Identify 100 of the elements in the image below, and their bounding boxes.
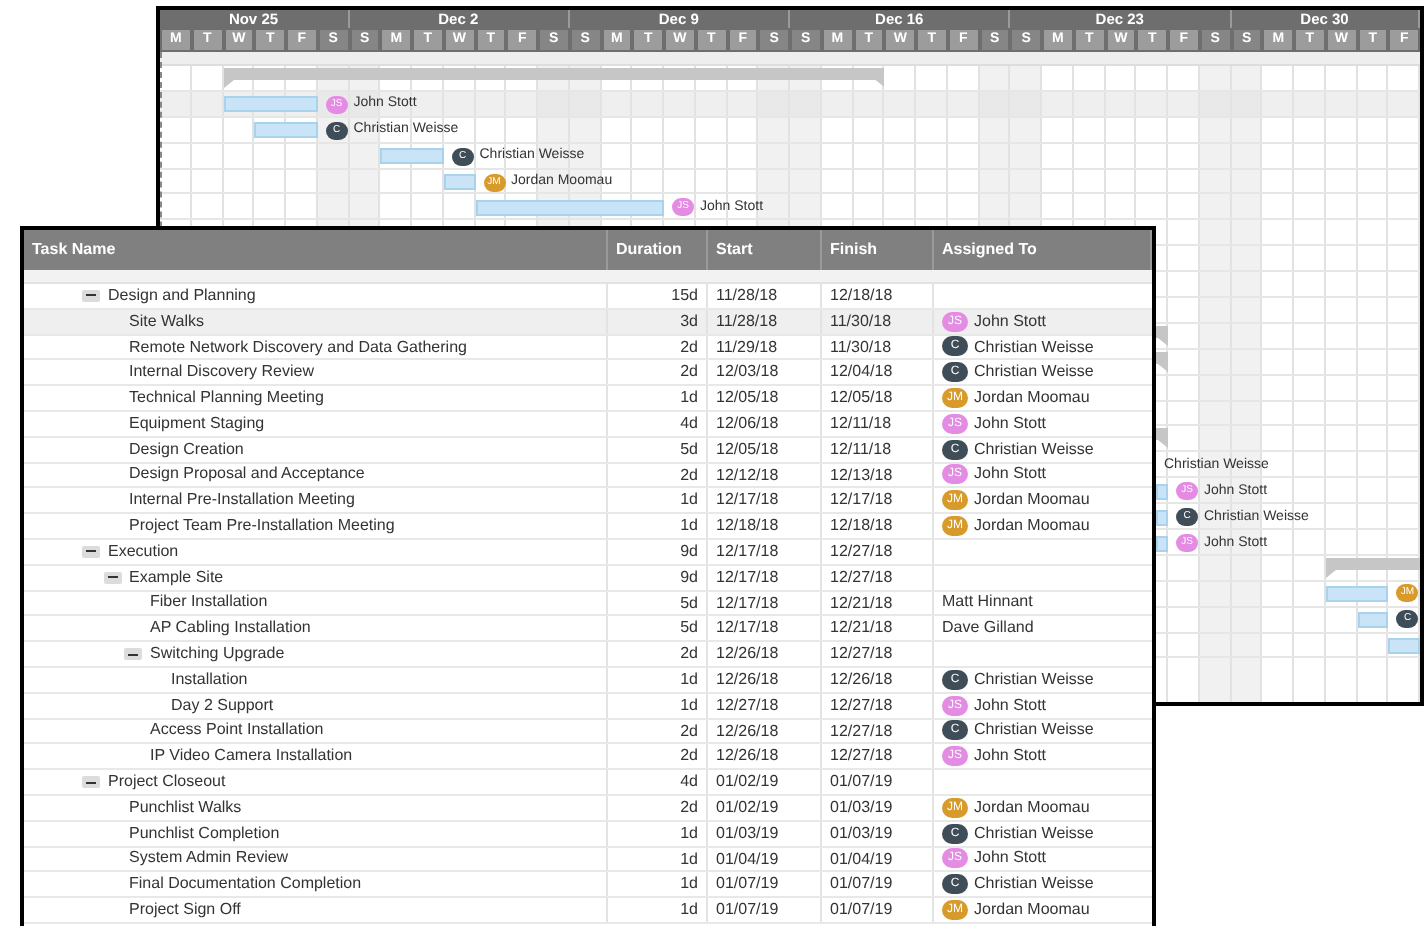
- task-name: Punchlist Completion: [129, 821, 280, 846]
- collapse-toggle[interactable]: [82, 545, 100, 558]
- finish-cell: 12/21/18: [830, 618, 893, 637]
- finish-cell: 12/21/18: [830, 593, 893, 612]
- finish-cell: 12/27/18: [830, 541, 893, 560]
- task-bar[interactable]: [443, 174, 475, 191]
- collapse-toggle[interactable]: [82, 776, 100, 789]
- finish-cell: 12/13/18: [830, 465, 893, 484]
- start-cell: 12/26/18: [716, 721, 779, 740]
- finish-cell: 11/30/18: [830, 337, 892, 356]
- task-row[interactable]: Project Closeout 4d 01/02/19 01/07/19: [24, 770, 1152, 796]
- task-row[interactable]: Execution 9d 12/17/18 12/27/18: [24, 539, 1152, 566]
- task-row[interactable]: Example Site 9d 12/17/18 12/27/18: [24, 565, 1152, 592]
- task-name: Access Point Installation: [150, 718, 324, 743]
- duration-cell: 5d: [680, 593, 698, 612]
- duration-cell: 1d: [680, 695, 698, 714]
- duration-cell: 1d: [680, 823, 698, 842]
- task-name: IP Video Camera Installation: [150, 744, 353, 769]
- task-bar[interactable]: [254, 122, 318, 139]
- task-name: Technical Planning Meeting: [129, 386, 324, 411]
- duration-cell: 2d: [680, 721, 698, 740]
- start-cell: 12/05/18: [716, 388, 779, 407]
- task-name: System Admin Review: [129, 846, 289, 871]
- duration-cell: 4d: [680, 413, 698, 432]
- assignee-name: Christian Weisse: [974, 718, 1094, 743]
- finish-cell: 12/11/18: [830, 439, 892, 458]
- task-name: Equipment Staging: [129, 411, 265, 436]
- start-cell: 11/28/18: [716, 311, 778, 330]
- start-cell: 12/17/18: [716, 490, 779, 509]
- assignee-name: Christian Weisse: [974, 872, 1094, 897]
- finish-cell: 01/03/19: [830, 823, 893, 842]
- task-name: Internal Pre-Installation Meeting: [129, 488, 355, 513]
- finish-cell: 11/30/18: [830, 311, 892, 330]
- task-name: Installation: [171, 667, 248, 692]
- duration-cell: 9d: [680, 541, 698, 560]
- finish-cell: 12/27/18: [830, 721, 893, 740]
- assignee-name: John Stott: [974, 744, 1047, 769]
- start-cell: 01/03/19: [716, 823, 779, 842]
- task-bar[interactable]: [1357, 612, 1389, 629]
- finish-cell: 12/18/18: [830, 286, 893, 304]
- assignee-name: Christian Weisse: [974, 437, 1094, 462]
- start-cell: 01/07/19: [716, 900, 779, 919]
- start-cell: 01/04/19: [716, 849, 779, 868]
- duration-cell: 3d: [680, 311, 698, 330]
- finish-cell: 01/04/19: [830, 849, 893, 868]
- task-bar[interactable]: [223, 96, 318, 113]
- start-cell: 12/26/18: [716, 669, 779, 688]
- assignee-name: Christian Weisse: [974, 667, 1094, 692]
- duration-cell: 1d: [680, 849, 698, 868]
- duration-cell: 2d: [680, 644, 698, 663]
- finish-cell: 01/07/19: [830, 874, 893, 893]
- start-cell: 12/17/18: [716, 541, 779, 560]
- start-cell: 01/07/19: [716, 874, 779, 893]
- finish-cell: 12/27/18: [830, 695, 893, 714]
- task-name: Design Creation: [129, 437, 244, 462]
- start-cell: 01/02/19: [716, 772, 779, 791]
- start-cell: 12/17/18: [716, 618, 779, 637]
- finish-cell: 12/27/18: [830, 644, 893, 663]
- task-name: Execution: [108, 539, 179, 564]
- finish-cell: 12/05/18: [830, 388, 893, 407]
- collapse-toggle[interactable]: [103, 571, 121, 584]
- finish-cell: 12/17/18: [830, 490, 893, 509]
- duration-cell: 2d: [680, 337, 698, 356]
- finish-cell: 01/07/19: [830, 772, 893, 791]
- task-row[interactable]: Design and Planning 15d 11/28/18 12/18/18: [24, 284, 1152, 310]
- duration-cell: 5d: [680, 618, 698, 637]
- assignee-name: John Stott: [974, 693, 1047, 718]
- assignee-name: Christian Weisse: [974, 821, 1094, 846]
- collapse-toggle[interactable]: [124, 648, 142, 661]
- task-row[interactable]: Fiber Installation 5d 12/17/18 12/21/18 Matt Hinnant: [24, 591, 1152, 617]
- task-name: Fiber Installation: [150, 590, 268, 615]
- start-cell: 12/18/18: [716, 516, 779, 535]
- task-bar[interactable]: [1325, 586, 1389, 603]
- task-bar[interactable]: [380, 148, 444, 165]
- task-name: Punchlist Walks: [129, 795, 242, 820]
- duration-cell: 1d: [680, 669, 698, 688]
- start-cell: 12/06/18: [716, 413, 779, 432]
- task-name: Final Documentation Completion: [129, 872, 362, 897]
- task-row[interactable]: AP Cabling Installation 5d 12/17/18 12/21/18 Dave Gilland: [24, 616, 1152, 643]
- task-row[interactable]: Switching Upgrade 2d 12/26/18 12/27/18: [24, 642, 1152, 668]
- duration-cell: 15d: [671, 286, 698, 304]
- collapse-toggle[interactable]: [82, 289, 100, 302]
- duration-cell: 1d: [680, 516, 698, 535]
- start-cell: 01/02/19: [716, 797, 779, 816]
- task-name: Switching Upgrade: [150, 642, 285, 667]
- assignee-name: Christian Weisse: [974, 335, 1094, 359]
- duration-cell: 2d: [680, 746, 698, 765]
- finish-cell: 01/03/19: [830, 797, 893, 816]
- assignee-name: John Stott: [974, 462, 1047, 487]
- task-name: Design Proposal and Acceptance: [129, 462, 365, 487]
- task-name: Day 2 Support: [171, 693, 274, 718]
- start-cell: 12/26/18: [716, 644, 779, 663]
- assignee-name: Christian Weisse: [974, 360, 1094, 385]
- duration-cell: 5d: [680, 439, 698, 458]
- task-bar[interactable]: [1388, 638, 1420, 655]
- duration-cell: 2d: [680, 797, 698, 816]
- finish-cell: 12/26/18: [830, 669, 893, 688]
- assignee-name: Matt Hinnant: [942, 590, 1033, 615]
- task-name: Design and Planning: [108, 283, 256, 308]
- duration-cell: 2d: [680, 362, 698, 381]
